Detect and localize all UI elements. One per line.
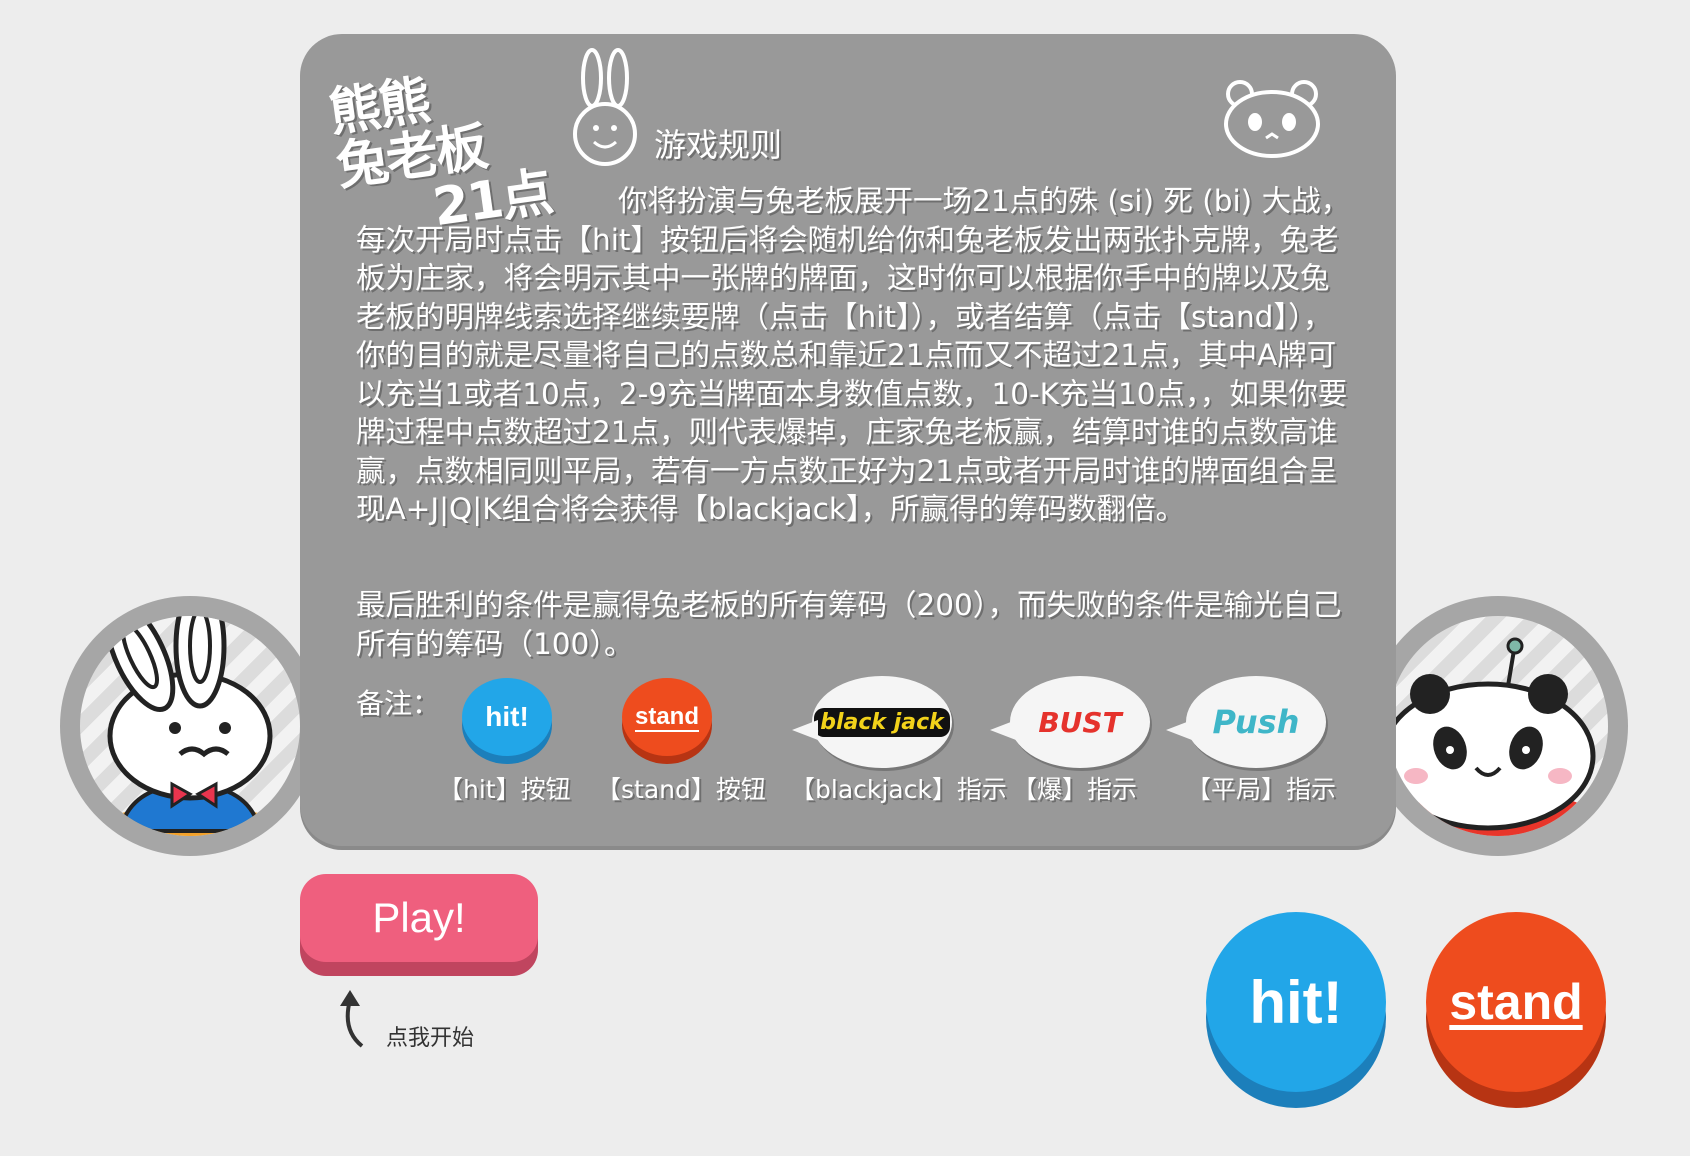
legend-stand-icon: stand (622, 678, 712, 756)
curved-arrow-icon (340, 990, 364, 1048)
rabbit-face-icon (573, 48, 637, 166)
rabbit-avatar-background (80, 616, 300, 836)
legend-blackjack-caption: 【blackjack】指示 (790, 775, 1007, 804)
play-button-label: Play! (372, 894, 466, 941)
panda-face-icon (1224, 80, 1320, 158)
win-condition-text: 最后胜利的条件是赢得兔老板的所有筹码（200），而失败的条件是输光自己所有的筹码… (356, 588, 1342, 661)
stand-button-label: stand (1449, 974, 1583, 1030)
rabbit-boss-icon (100, 616, 280, 836)
play-hint: 点我开始 (386, 1026, 475, 1051)
rules-title: 游戏规则 (654, 126, 783, 164)
rules-panel: 熊熊 兔老板 21点 游戏规则 你将扮演与兔老板展开一场21点的殊 (si) 死… (300, 34, 1396, 846)
legend-hit-icon-label: hit! (485, 701, 529, 732)
blackjack-indicator-label: black jack (814, 707, 950, 737)
hit-button-label: hit! (1249, 968, 1343, 1036)
panda-avatar (1368, 596, 1628, 856)
hit-button[interactable]: hit! (1206, 912, 1386, 1092)
stand-button[interactable]: stand (1426, 912, 1606, 1092)
bust-indicator-icon: BUST (990, 676, 1150, 768)
push-indicator-icon: Push (1166, 676, 1326, 768)
bust-indicator-label: BUST (1038, 705, 1122, 739)
push-indicator-label: Push (1212, 703, 1300, 741)
legend-bust-caption: 【爆】指示 (1012, 775, 1138, 804)
panda-avatar-background (1388, 616, 1608, 836)
rules-description: 你将扮演与兔老板展开一场21点的殊 (si) 死 (bi) 大战，每次开局时点击… (356, 184, 1351, 526)
play-button[interactable]: Play! (300, 874, 538, 962)
legend-hit-caption: 【hit】按钮 (438, 775, 571, 804)
note-label: 备注： (356, 687, 441, 720)
rabbit-avatar (60, 596, 320, 856)
legend-hit-icon: hit! (462, 678, 552, 756)
legend-stand-icon-label: stand (634, 703, 699, 730)
panda-icon (1388, 637, 1598, 836)
legend-stand-caption: 【stand】按钮 (596, 775, 766, 804)
legend-push-caption: 【平局】指示 (1186, 775, 1337, 804)
blackjack-indicator-icon: black jack (792, 676, 952, 768)
